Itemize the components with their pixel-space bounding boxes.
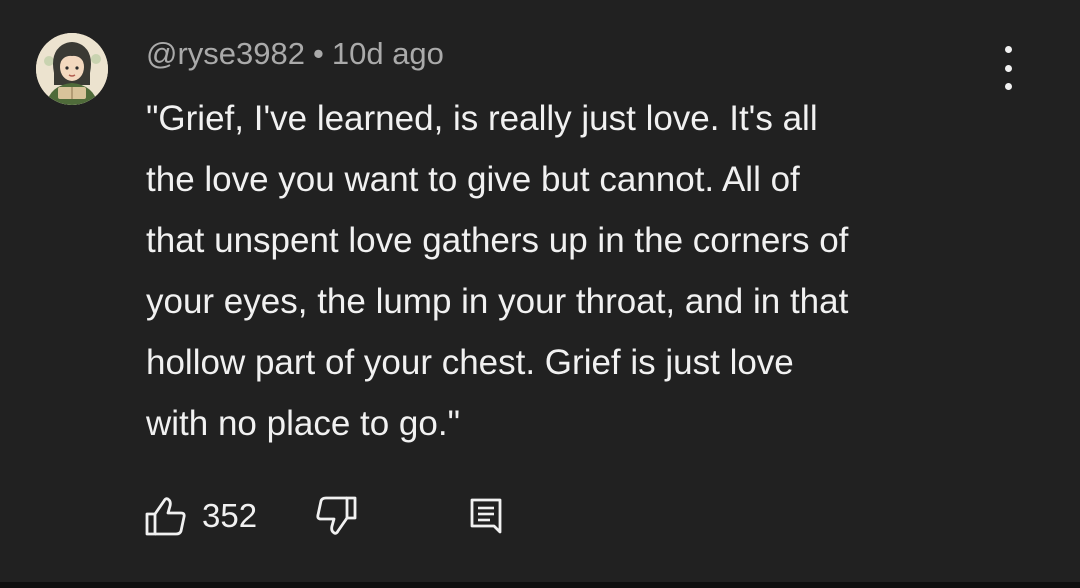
comment-icon — [470, 498, 502, 534]
timestamp: 10d ago — [331, 36, 444, 71]
divider — [0, 582, 1080, 588]
author-name[interactable]: @ryse3982 — [146, 36, 305, 71]
comment-actions: 352 — [0, 488, 1080, 544]
more-options-button[interactable] — [988, 46, 1028, 90]
avatar[interactable] — [36, 33, 108, 105]
comment-item: @ryse3982 • 10d ago "Grief, I've learned, … — [0, 0, 1080, 588]
comment-meta: @ryse3982 • 10d ago — [146, 34, 444, 74]
thumbs-down-icon — [316, 496, 357, 535]
reply-button[interactable] — [466, 494, 506, 538]
avatar-illustration — [36, 33, 108, 105]
like-button[interactable]: 352 — [144, 494, 257, 538]
meta-separator: • — [313, 36, 324, 71]
like-count: 352 — [202, 497, 258, 534]
thumbs-up-icon — [145, 497, 186, 536]
more-vertical-icon-dot — [1004, 64, 1012, 72]
dislike-button[interactable] — [314, 494, 358, 538]
comment-text: "Grief, I've learned, is really just lov… — [146, 99, 849, 443]
more-vertical-icon — [1004, 46, 1012, 53]
